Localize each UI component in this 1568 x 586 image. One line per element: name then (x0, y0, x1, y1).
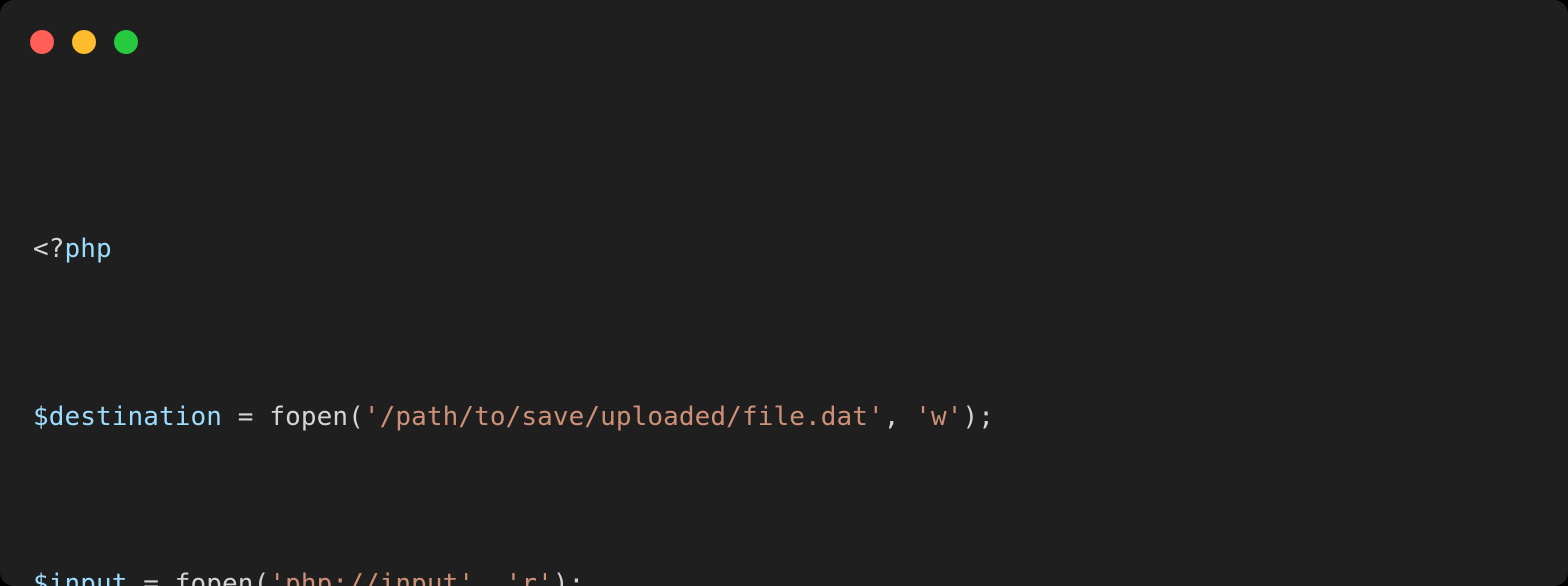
variable-input: $input (33, 568, 128, 586)
arg-separator: , (883, 401, 916, 432)
window-titlebar (0, 0, 1568, 86)
function-fopen: fopen (174, 568, 254, 586)
php-open-tag-name: php (64, 234, 112, 265)
close-window-icon[interactable] (30, 30, 54, 54)
minimize-window-icon[interactable] (72, 30, 96, 54)
maximize-window-icon[interactable] (114, 30, 138, 54)
assign-operator: = (127, 568, 175, 586)
string-php-input-stream: 'php://input' (269, 568, 475, 586)
code-snippet-window: <?php $destination = fopen('/path/to/sav… (0, 0, 1568, 586)
assign-operator: = (222, 401, 270, 432)
statement-end: ); (552, 568, 585, 586)
code-line-2: $destination = fopen('/path/to/save/uplo… (33, 397, 1568, 439)
php-open-tag-bracket: <? (33, 234, 65, 265)
paren-open: ( (253, 568, 270, 586)
arg-separator: , (474, 568, 506, 586)
variable-destination: $destination (33, 401, 223, 432)
statement-end: ); (962, 401, 995, 432)
paren-open: ( (348, 401, 364, 432)
code-line-3: $input = fopen('php://input', 'r'); (33, 564, 1568, 586)
string-destination-path: '/path/to/save/uploaded/file.dat' (363, 401, 884, 432)
code-block[interactable]: <?php $destination = fopen('/path/to/sav… (33, 104, 1568, 586)
window-controls (30, 30, 138, 54)
string-read-mode: 'r' (505, 568, 553, 586)
string-write-mode: 'w' (915, 401, 963, 432)
code-line-1: <?php (33, 229, 1568, 271)
function-fopen: fopen (269, 401, 349, 432)
